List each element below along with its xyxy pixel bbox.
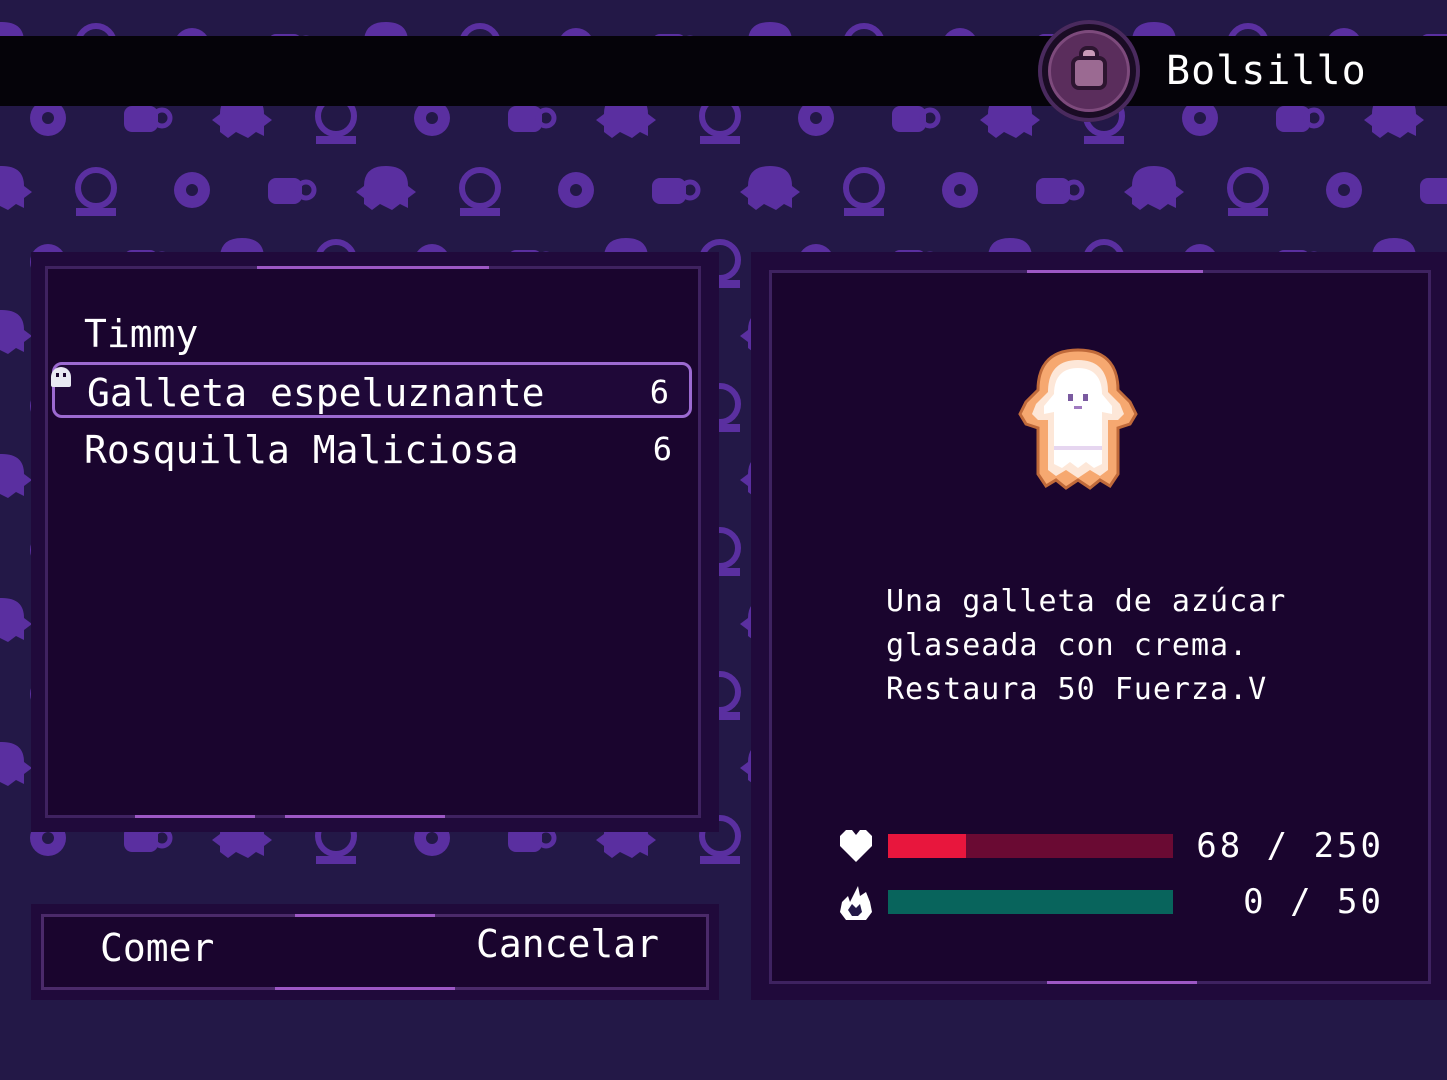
bag-icon — [1038, 20, 1140, 122]
fire-icon — [840, 886, 872, 920]
item-name: Galleta espeluznante — [87, 371, 545, 415]
pattern-donut-icon — [174, 172, 210, 208]
pattern-smile-icon — [75, 167, 117, 216]
eat-button[interactable]: Comer — [100, 926, 214, 970]
pattern-cup-icon — [1420, 178, 1447, 204]
item-description: Una galleta de azúcar glaseada con crema… — [886, 584, 1287, 707]
pattern-ghost-icon — [0, 166, 32, 210]
pattern-ghost-icon — [740, 166, 800, 210]
pattern-donut-icon — [1326, 172, 1362, 208]
item-quantity: 6 — [649, 373, 669, 411]
pattern-cup-icon — [268, 178, 317, 204]
pattern-ghost-icon — [356, 166, 416, 210]
hp-value: 68 / 250 — [1196, 826, 1384, 866]
pattern-smile-icon — [843, 167, 885, 216]
pattern-cup-icon — [508, 106, 557, 132]
will-value: 0 / 50 — [1243, 882, 1384, 922]
pattern-ghost-icon — [0, 742, 32, 786]
character-name-label: Timmy — [84, 312, 199, 356]
cancel-button[interactable]: Cancelar — [476, 922, 659, 966]
ghost-cursor-icon — [51, 367, 71, 387]
will-bar — [888, 890, 1173, 914]
pattern-smile-icon — [459, 167, 501, 216]
hp-stat: 68 / 250 — [836, 826, 1396, 866]
item-quantity: 6 — [652, 430, 672, 468]
pattern-donut-icon — [558, 172, 594, 208]
pattern-cup-icon — [124, 106, 173, 132]
menu-title: Bolsillo — [1166, 48, 1367, 94]
pattern-ghost-icon — [0, 310, 32, 354]
game-screen: Bolsillo Timmy Galleta espeluznante 6 Ro… — [0, 0, 1447, 1080]
pattern-ghost-icon — [1124, 166, 1184, 210]
ghost-cookie-icon — [1018, 348, 1138, 490]
hp-bar-fill — [888, 834, 966, 858]
pattern-cup-icon — [892, 106, 941, 132]
list-item[interactable]: Rosquilla Maliciosa 6 — [52, 422, 692, 478]
pattern-cup-icon — [1036, 178, 1085, 204]
pattern-donut-icon — [942, 172, 978, 208]
list-item[interactable]: Galleta espeluznante 6 — [51, 362, 692, 418]
will-stat: 0 / 50 — [836, 882, 1396, 922]
heart-icon — [840, 830, 872, 862]
item-name: Rosquilla Maliciosa — [84, 428, 519, 472]
hp-bar — [888, 834, 1173, 858]
pattern-ghost-icon — [0, 454, 32, 498]
pattern-cup-icon — [1276, 106, 1325, 132]
pattern-cup-icon — [652, 178, 701, 204]
character-name: Timmy — [52, 306, 692, 362]
pattern-smile-icon — [1227, 167, 1269, 216]
pattern-ghost-icon — [0, 598, 32, 642]
